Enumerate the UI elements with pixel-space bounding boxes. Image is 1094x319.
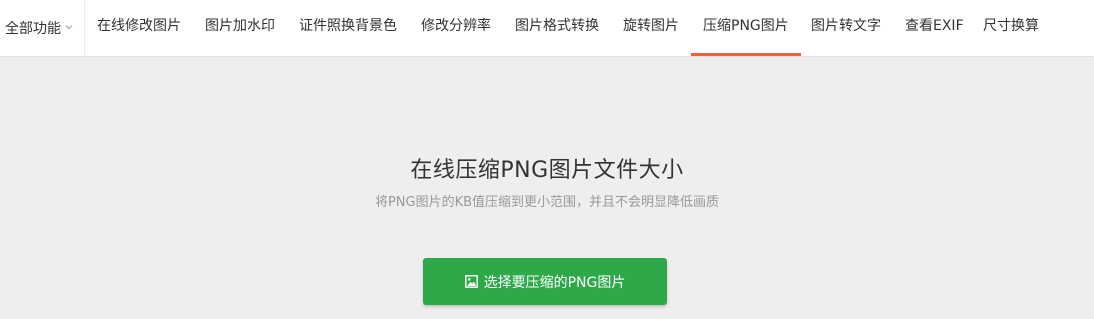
nav-item-rotate[interactable]: 旋转图片 [623, 0, 679, 56]
image-icon [464, 275, 478, 288]
nav-item-size-convert[interactable]: 尺寸换算 [983, 0, 1039, 56]
page-subtitle: 将PNG图片的KB值压缩到更小范围，并且不会明显降低画质 [374, 195, 720, 210]
all-functions-label: 全部功能 [5, 21, 61, 37]
nav-item-watermark[interactable]: 图片加水印 [205, 0, 275, 56]
nav-item-resolution[interactable]: 修改分辨率 [421, 0, 491, 56]
nav-item-format-convert[interactable]: 图片格式转换 [515, 0, 599, 56]
nav-item-view-exif[interactable]: 查看EXIF [905, 0, 964, 56]
chevron-down-icon [65, 25, 73, 30]
all-functions-menu[interactable]: 全部功能 [0, 0, 85, 56]
top-navigation-bar: 全部功能 在线修改图片 图片加水印 证件照换背景色 修改分辨率 图片格式转换 旋… [0, 0, 1094, 57]
select-png-button-label: 选择要压缩的PNG图片 [483, 274, 626, 291]
select-png-button[interactable]: 选择要压缩的PNG图片 [423, 258, 667, 305]
page-title: 在线压缩PNG图片文件大小 [410, 158, 684, 183]
nav-item-image-to-text[interactable]: 图片转文字 [811, 0, 881, 56]
nav-item-compress-png[interactable]: 压缩PNG图片 [691, 0, 801, 56]
nav-item-id-photo-background[interactable]: 证件照换背景色 [299, 0, 397, 56]
nav-item-edit-image[interactable]: 在线修改图片 [97, 0, 181, 56]
